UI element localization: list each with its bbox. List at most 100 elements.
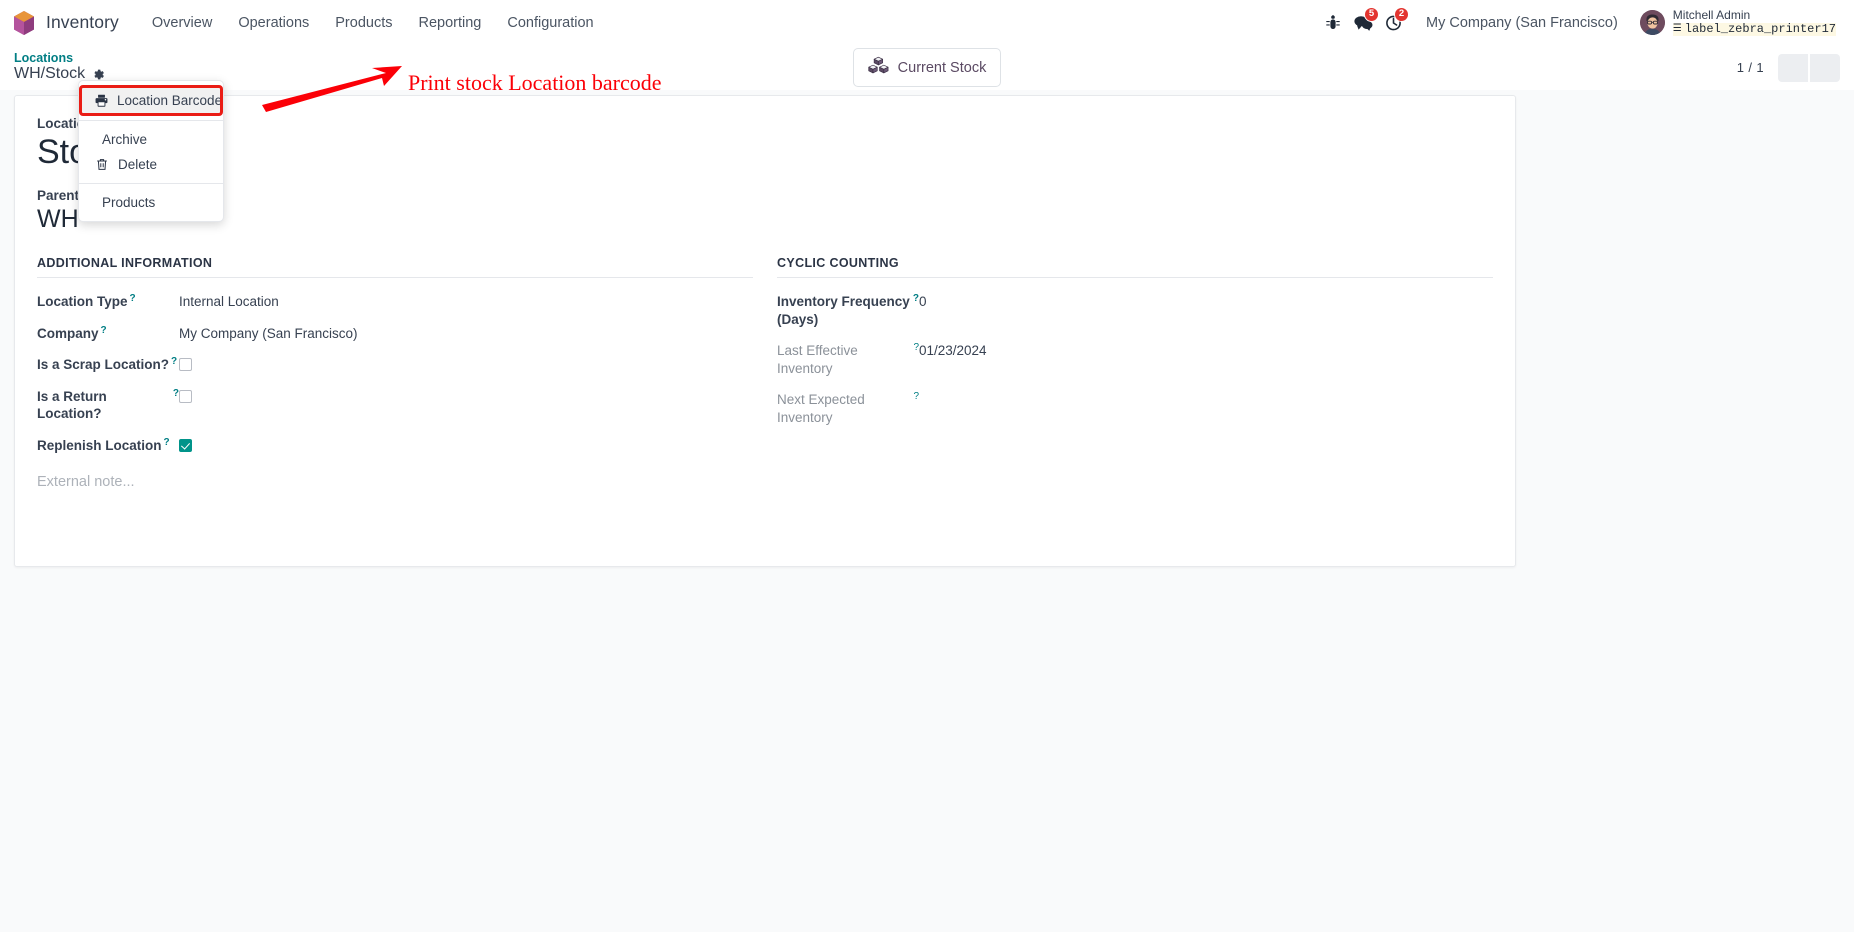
dropdown-divider (79, 183, 223, 184)
location-type-value[interactable]: Internal Location (179, 292, 279, 311)
field-row-inventory-frequency: Inventory Frequency (Days) ? 0 (777, 292, 1493, 328)
activities-badge: 2 (1394, 6, 1410, 22)
form-sheet: Location Name Stock Parent Location WH A… (14, 95, 1516, 567)
database-name-wrap: ☰ label_zebra_printer17 (1672, 21, 1836, 36)
location-name-value[interactable]: Stock (37, 132, 1493, 172)
record-subtitle-group: Parent Location WH (37, 188, 1493, 234)
company-value[interactable]: My Company (San Francisco) (179, 324, 358, 343)
main-menu: Overview Operations Products Reporting C… (139, 8, 607, 38)
menu-overview[interactable]: Overview (139, 8, 225, 38)
trash-icon (95, 158, 109, 171)
app-brand[interactable]: Inventory (12, 10, 119, 36)
user-name: Mitchell Admin (1672, 8, 1751, 23)
current-stock-button[interactable]: Current Stock (852, 48, 1002, 87)
avatar (1639, 10, 1665, 35)
last-effective-inventory-label: Last Effective Inventory (777, 343, 858, 376)
inventory-frequency-label-wrap: Inventory Frequency (Days) ? (777, 292, 919, 328)
external-note-input[interactable]: External note... (37, 474, 753, 490)
field-row-return-location: Is a Return Location? ? (37, 387, 753, 423)
cog-dropdown-menu: Location Barcode Archive Delete Products (78, 80, 224, 222)
odoo-logo-icon (12, 10, 36, 36)
scrap-location-label: Is a Scrap Location? (37, 357, 170, 373)
chat-icon[interactable]: 5 (1348, 6, 1380, 37)
help-icon[interactable]: ? (913, 392, 919, 402)
bug-icon[interactable] (1318, 9, 1348, 37)
app-name: Inventory (46, 12, 119, 32)
location-type-label-wrap: Location Type ? (37, 292, 179, 311)
next-expected-inventory-label-wrap: Next Expected Inventory ? (777, 390, 919, 426)
cyclic-counting-title: Cyclic Counting (777, 256, 1493, 279)
field-row-scrap-location: Is a Scrap Location? ? (37, 355, 753, 374)
next-expected-inventory-label: Next Expected Inventory (777, 392, 865, 425)
dropdown-item-location-barcode[interactable]: Location Barcode (79, 85, 223, 116)
boxes-icon (868, 56, 889, 79)
menu-reporting[interactable]: Reporting (406, 8, 495, 38)
database-name: label_zebra_printer17 (1684, 21, 1836, 36)
scrap-location-checkbox[interactable] (179, 358, 192, 372)
dropdown-item-archive[interactable]: Archive (79, 127, 223, 152)
printer-icon (95, 94, 108, 107)
parent-location-label-wrap: Parent Location (37, 188, 1493, 203)
inventory-frequency-label: Inventory Frequency (Days) (777, 294, 910, 327)
location-type-label: Location Type (37, 294, 128, 310)
control-panel: Locations WH/Stock Current Stock 1 / 1 (0, 45, 1854, 90)
cyclic-counting-group: Cyclic Counting Inventory Frequency (Day… (777, 256, 1493, 490)
dropdown-item-location-barcode-label: Location Barcode (117, 93, 223, 108)
help-icon[interactable]: ? (164, 437, 170, 448)
menu-configuration[interactable]: Configuration (494, 8, 606, 38)
help-icon[interactable]: ? (913, 343, 919, 353)
pager-previous-button[interactable] (1778, 53, 1808, 82)
menu-products[interactable]: Products (322, 8, 405, 38)
help-icon[interactable]: ? (171, 357, 177, 367)
breadcrumb-current-record: WH/Stock (14, 65, 86, 83)
last-effective-inventory-value[interactable]: 01/23/2024 (919, 341, 987, 360)
form-columns: Additional Information Location Type ? I… (37, 256, 1493, 490)
replenish-location-label-wrap: Replenish Location ? (37, 436, 179, 455)
help-icon[interactable]: ? (130, 294, 136, 304)
current-stock-label: Current Stock (897, 59, 987, 76)
inventory-frequency-value[interactable]: 0 (919, 292, 927, 311)
field-row-location-type: Location Type ? Internal Location (37, 292, 753, 311)
help-icon[interactable]: ? (101, 325, 107, 336)
parent-location-value[interactable]: WH (37, 204, 1493, 234)
clock-icon[interactable]: 2 (1378, 6, 1410, 37)
help-icon[interactable]: ? (173, 388, 179, 399)
breadcrumb-parent-locations[interactable]: Locations (14, 51, 105, 66)
dropdown-item-delete[interactable]: Delete (79, 152, 223, 177)
pager-count: 1 / 1 (1736, 60, 1764, 75)
pager-next-button[interactable] (1810, 53, 1840, 82)
user-info: Mitchell Admin ☰ label_zebra_printer17 (1672, 8, 1836, 36)
dropdown-item-products-label: Products (102, 195, 156, 210)
field-row-company: Company ? My Company (San Francisco) (37, 324, 753, 343)
record-title-group: Location Name Stock (37, 116, 1493, 172)
field-row-next-expected-inventory: Next Expected Inventory ? (777, 390, 1493, 426)
pager: 1 / 1 (1736, 53, 1840, 82)
dropdown-item-delete-label: Delete (118, 157, 158, 172)
dropdown-item-products[interactable]: Products (79, 190, 223, 215)
company-label-wrap: Company ? (37, 324, 179, 343)
location-name-label-wrap: Location Name (37, 116, 1493, 131)
return-location-checkbox[interactable] (179, 389, 192, 403)
scrap-location-label-wrap: Is a Scrap Location? ? (37, 355, 179, 374)
menu-operations[interactable]: Operations (225, 8, 322, 38)
return-location-label-wrap: Is a Return Location? ? (37, 387, 179, 423)
pager-buttons (1778, 53, 1840, 82)
replenish-location-label: Replenish Location (37, 437, 162, 453)
company-switcher[interactable]: My Company (San Francisco) (1414, 9, 1630, 37)
company-label: Company (37, 325, 99, 341)
user-menu[interactable]: Mitchell Admin ☰ label_zebra_printer17 (1636, 7, 1840, 38)
messages-badge: 5 (1364, 6, 1380, 22)
top-navbar: Inventory Overview Operations Products R… (0, 0, 1854, 45)
field-row-replenish-location: Replenish Location ? (37, 436, 753, 455)
additional-information-title: Additional Information (37, 256, 753, 279)
database-icon: ☰ (1672, 23, 1682, 35)
additional-information-group: Additional Information Location Type ? I… (37, 256, 753, 490)
return-location-label: Is a Return Location? (37, 388, 107, 422)
help-icon[interactable]: ? (913, 294, 919, 304)
replenish-location-checkbox[interactable] (179, 438, 192, 452)
navbar-right: 5 2 My Company (San Francisco) Mitchell … (1318, 6, 1840, 38)
form-view-background: Location Name Stock Parent Location WH A… (0, 95, 1854, 567)
last-effective-inventory-label-wrap: Last Effective Inventory ? (777, 341, 919, 377)
dropdown-divider (79, 120, 223, 121)
control-panel-center: Current Stock (0, 48, 1854, 87)
